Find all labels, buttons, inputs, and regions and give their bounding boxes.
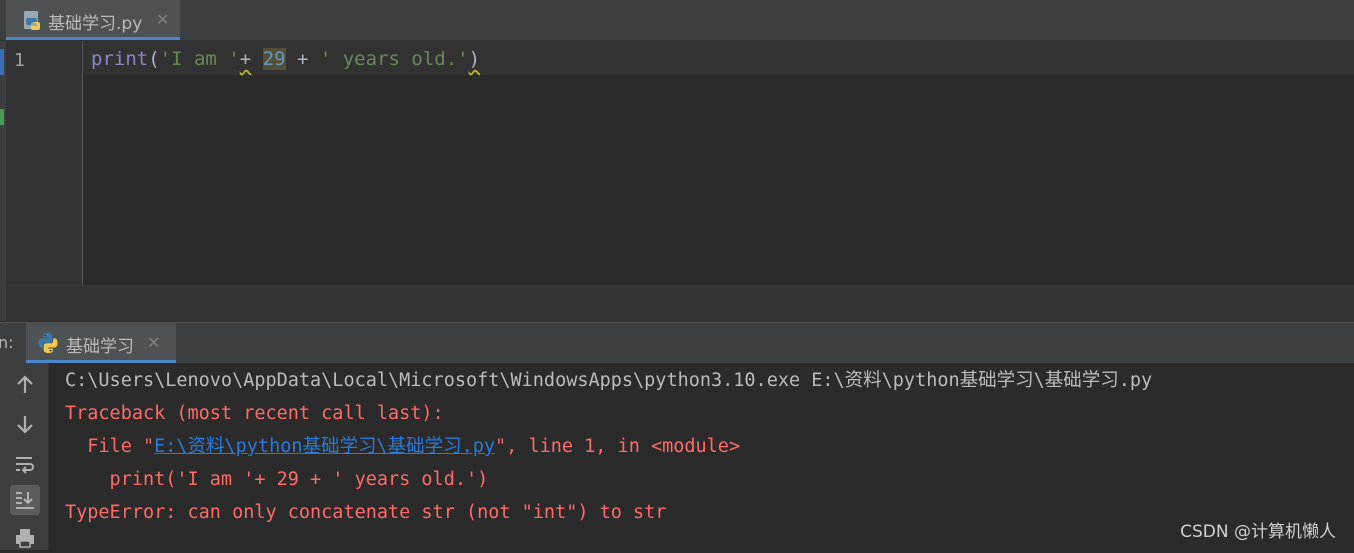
editor-bottom-bar bbox=[6, 285, 1354, 323]
close-icon[interactable]: ✕ bbox=[147, 333, 160, 352]
current-line-marker bbox=[0, 49, 4, 75]
console-traceback-header: Traceback (most recent call last): bbox=[65, 403, 444, 424]
file-path-link[interactable]: E:\资料\python基础学习\基础学习.py bbox=[154, 436, 495, 457]
watermark: CSDN @计算机懒人 bbox=[1180, 522, 1336, 542]
arrow-down-icon[interactable] bbox=[10, 409, 40, 439]
code-paren-close: ) bbox=[468, 48, 481, 70]
line-number: 1 bbox=[14, 50, 25, 71]
soft-wrap-icon[interactable] bbox=[10, 449, 40, 479]
console-code-line: print('I am '+ 29 + ' years old.') bbox=[65, 469, 489, 490]
code-string-2: ' years old.' bbox=[319, 48, 469, 70]
file-line-suffix: ", line 1, in <module> bbox=[495, 436, 741, 457]
scroll-to-end-icon[interactable] bbox=[10, 485, 40, 515]
console-error-message: TypeError: can only concatenate str (not… bbox=[65, 502, 667, 523]
line-number-gutter: 1 bbox=[6, 41, 83, 285]
run-tab-label: 基础学习 bbox=[66, 337, 134, 357]
code-plus-2: + bbox=[285, 48, 320, 70]
code-number: 29 bbox=[262, 48, 286, 70]
print-icon[interactable] bbox=[10, 523, 40, 553]
arrow-up-icon[interactable] bbox=[10, 370, 40, 400]
code-paren-open: ( bbox=[148, 48, 160, 70]
code-line-1[interactable]: print('I am '+ 29 + ' years old.') bbox=[91, 47, 480, 71]
console-command-line: C:\Users\Lenovo\AppData\Local\Microsoft\… bbox=[65, 370, 1153, 391]
run-toolbar bbox=[0, 363, 49, 550]
console-file-line: File "E:\资料\python基础学习\基础学习.py", line 1,… bbox=[65, 435, 740, 459]
code-string-1: 'I am ' bbox=[159, 48, 240, 70]
editor-tab-bar: 基础学习.py ✕ bbox=[0, 0, 1354, 41]
code-editor[interactable]: print('I am '+ 29 + ' years old.') bbox=[83, 41, 1354, 285]
run-title-fragment: n: bbox=[0, 333, 14, 352]
code-plus-1: + bbox=[239, 48, 252, 70]
code-builtin-print: print bbox=[91, 48, 149, 70]
file-line-prefix: File " bbox=[65, 436, 155, 457]
python-icon bbox=[38, 333, 58, 353]
run-tool-window-header: n: 基础学习 ✕ bbox=[0, 322, 1354, 363]
run-tab[interactable]: 基础学习 ✕ bbox=[26, 323, 176, 363]
change-marker bbox=[0, 109, 4, 125]
close-icon[interactable]: ✕ bbox=[156, 10, 169, 29]
editor-tab-label: 基础学习.py bbox=[48, 14, 143, 34]
python-file-icon bbox=[24, 11, 40, 30]
console-output[interactable]: C:\Users\Lenovo\AppData\Local\Microsoft\… bbox=[49, 363, 1354, 550]
editor-tab-file[interactable]: 基础学习.py ✕ bbox=[6, 0, 180, 40]
